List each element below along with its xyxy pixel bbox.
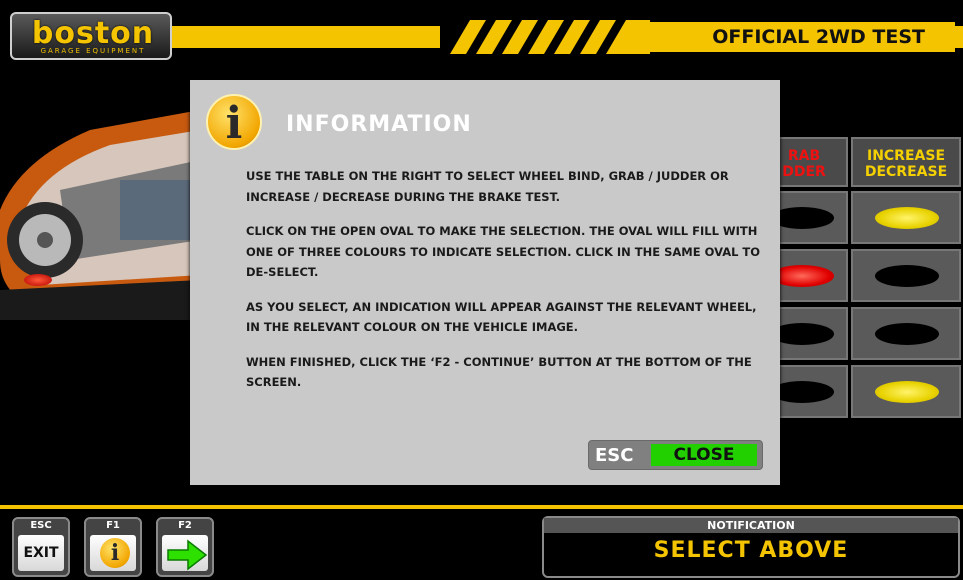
vehicle-image	[0, 110, 200, 320]
exit-face: EXIT	[18, 535, 64, 571]
f2-continue-button[interactable]: F2	[156, 517, 214, 577]
notification-title: NOTIFICATION	[544, 518, 958, 533]
dialog-title: INFORMATION	[286, 112, 472, 137]
cell-increase-row2[interactable]	[851, 249, 961, 302]
oval-increase-row1[interactable]	[875, 207, 939, 229]
page-title: OFFICIAL 2WD TEST	[640, 22, 955, 52]
key-label-f1: F1	[106, 520, 120, 531]
oval-increase-row3[interactable]	[875, 323, 939, 345]
close-key-label: ESC	[595, 445, 634, 466]
header-stripes-decoration	[440, 20, 650, 54]
esc-exit-button[interactable]: ESC EXIT	[12, 517, 70, 577]
info-icon: i	[100, 538, 130, 568]
f1-face: i	[90, 535, 136, 571]
cell-increase-row1[interactable]	[851, 191, 961, 244]
wheel-indicator-red	[24, 274, 52, 286]
exit-label: EXIT	[23, 545, 59, 561]
oval-increase-row4[interactable]	[875, 381, 939, 403]
logo-brand: boston	[31, 16, 155, 51]
close-label: CLOSE	[651, 444, 757, 466]
dialog-paragraph: WHEN FINISHED, CLICK THE ‘F2 - CONTINUE’…	[246, 354, 752, 390]
cell-increase-row3[interactable]	[851, 307, 961, 360]
boston-logo: boston GARAGE EQUIPMENT	[10, 12, 172, 60]
key-label-esc: ESC	[30, 520, 52, 531]
dialog-paragraph: AS YOU SELECT, AN INDICATION WILL APPEAR…	[246, 299, 757, 335]
column-header-increase-decrease: INCREASE DECREASE	[851, 137, 961, 187]
footer-divider	[0, 505, 963, 509]
f1-info-button[interactable]: F1 i	[84, 517, 142, 577]
f2-face	[162, 535, 208, 571]
close-button[interactable]: ESC CLOSE	[588, 440, 763, 470]
dialog-paragraph: USE THE TABLE ON THE RIGHT TO SELECT WHE…	[246, 169, 729, 204]
information-dialog: i INFORMATION USE THE TABLE ON THE RIGHT…	[190, 80, 780, 485]
arrow-right-icon	[167, 539, 208, 571]
key-label-f2: F2	[178, 520, 192, 531]
cell-increase-row4[interactable]	[851, 365, 961, 418]
info-icon: i	[206, 94, 262, 150]
notification-message: SELECT ABOVE	[653, 538, 849, 563]
notification-panel: NOTIFICATION SELECT ABOVE	[542, 516, 960, 578]
dialog-body: USE THE TABLE ON THE RIGHT TO SELECT WHE…	[246, 166, 766, 407]
dialog-paragraph: CLICK ON THE OPEN OVAL TO MAKE THE SELEC…	[246, 224, 761, 279]
oval-increase-row2[interactable]	[875, 265, 939, 287]
logo-subtitle: GARAGE EQUIPMENT	[40, 47, 146, 55]
